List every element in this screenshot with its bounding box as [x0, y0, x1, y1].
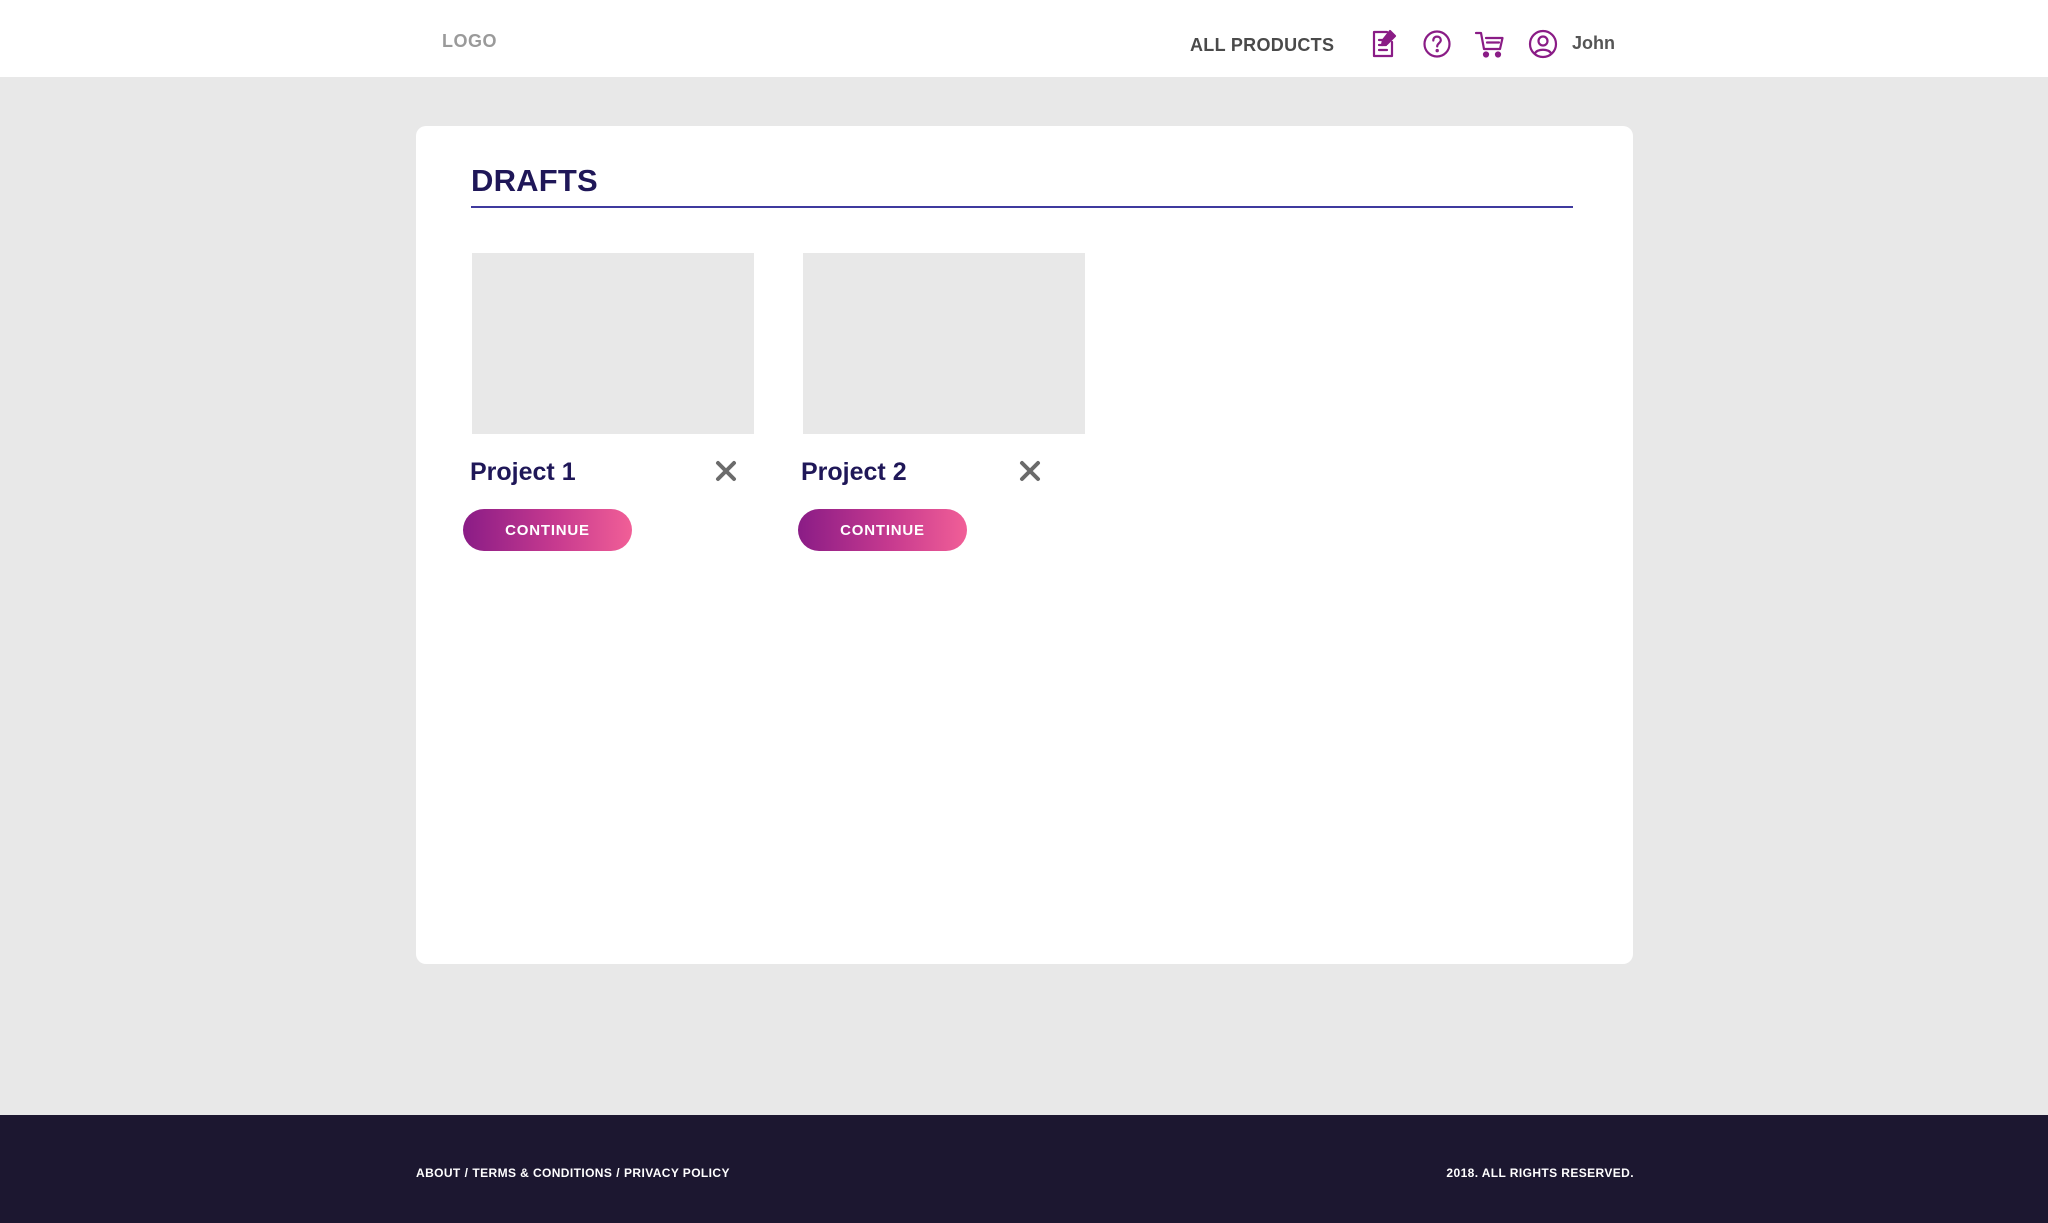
page-title: DRAFTS	[471, 163, 598, 198]
project-name: Project 1	[470, 458, 576, 486]
project-thumbnail[interactable]	[472, 253, 754, 434]
project-card: Project 1 CONTINUE	[463, 253, 770, 553]
footer-link-about[interactable]: ABOUT	[416, 1166, 461, 1180]
continue-button[interactable]: CONTINUE	[463, 509, 632, 551]
title-divider	[471, 206, 1573, 208]
project-card: Project 2 CONTINUE	[798, 253, 1101, 553]
copyright-text: 2018. ALL RIGHTS RESERVED.	[1446, 1166, 1634, 1180]
logo[interactable]: LOGO	[442, 31, 497, 52]
cart-icon[interactable]	[1474, 28, 1506, 60]
help-icon[interactable]	[1421, 28, 1453, 60]
user-avatar-icon[interactable]	[1527, 28, 1559, 60]
top-header: LOGO ALL PRODUCTS John	[0, 0, 2048, 77]
footer-separator: /	[616, 1166, 621, 1180]
footer-link-privacy[interactable]: PRIVACY POLICY	[624, 1166, 730, 1180]
continue-button[interactable]: CONTINUE	[798, 509, 967, 551]
project-name: Project 2	[801, 458, 907, 486]
close-icon[interactable]	[1017, 458, 1043, 484]
nav-all-products[interactable]: ALL PRODUCTS	[1190, 35, 1334, 56]
footer-links: ABOUT / TERMS & CONDITIONS / PRIVACY POLICY	[416, 1166, 730, 1180]
username[interactable]: John	[1572, 33, 1615, 54]
footer: ABOUT / TERMS & CONDITIONS / PRIVACY POLICY …	[0, 1115, 2048, 1223]
footer-link-terms[interactable]: TERMS & CONDITIONS	[472, 1166, 612, 1180]
edit-icon[interactable]	[1368, 28, 1400, 60]
project-thumbnail[interactable]	[803, 253, 1085, 434]
drafts-panel: DRAFTS Project 1 CONTINUE Project 2 CONT…	[416, 126, 1633, 964]
close-icon[interactable]	[713, 458, 739, 484]
footer-separator: /	[464, 1166, 469, 1180]
